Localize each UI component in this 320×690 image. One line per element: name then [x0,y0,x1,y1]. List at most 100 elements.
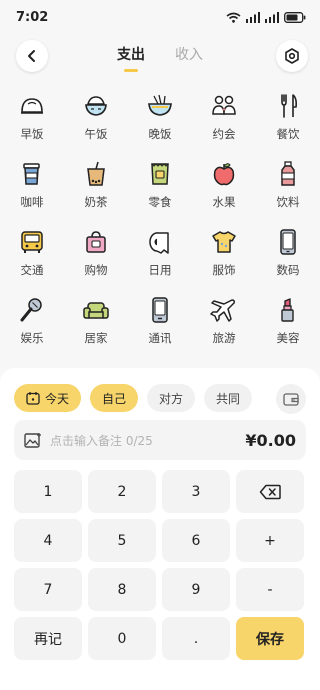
fork-knife-icon [281,94,297,118]
date-chip-label: 今天 [45,391,70,406]
couple-icon [212,95,236,115]
category-shopping[interactable]: 购物 [64,228,128,296]
bun-icon [21,98,43,114]
category-beauty[interactable]: 美容 [256,296,320,364]
mobile-icon [152,297,168,323]
signal-icon [246,11,260,23]
payer-shared-label: 共同 [216,391,241,406]
status-time: 7:02 [16,9,49,25]
category-telecom[interactable]: 通讯 [128,296,192,364]
category-coffee[interactable]: 咖啡 [0,160,64,228]
category-label: 交通 [20,263,44,277]
type-tabs: 支出 收入 [0,44,320,72]
sofa-icon [83,302,109,319]
hexagon-gear-icon [285,48,299,64]
phone-icon [280,229,296,255]
signal-icon [265,11,279,23]
category-dining[interactable]: 餐饮 [256,92,320,160]
category-label: 午饭 [84,127,108,141]
category-clothing[interactable]: 服饰 [192,228,256,296]
key-1[interactable]: 1 [14,470,82,513]
category-label: 晚饭 [148,127,172,141]
tab-expense[interactable]: 支出 [117,44,145,72]
wallet-button[interactable] [276,384,306,414]
save-button[interactable]: 保存 [236,617,304,660]
category-label: 服饰 [212,263,236,277]
category-label: 早饭 [20,127,44,141]
noodle-bowl-icon [148,94,172,116]
category-label: 零食 [148,195,172,209]
category-transport[interactable]: 交通 [0,228,64,296]
category-label: 奶茶 [84,195,108,209]
category-dinner[interactable]: 晚饭 [128,92,192,160]
category-label: 美容 [276,331,300,345]
wallet-icon [283,393,299,406]
lipstick-icon [281,298,294,322]
category-date[interactable]: 约会 [192,92,256,160]
category-label: 数码 [276,263,300,277]
snack-bag-icon [151,163,169,185]
bus-icon [21,231,43,253]
category-travel[interactable]: 旅游 [192,296,256,364]
key-minus[interactable]: - [236,568,304,611]
payer-self-label: 自己 [102,391,127,406]
milk-tea-icon [87,161,105,186]
category-drinks[interactable]: 饮料 [256,160,320,228]
entry-panel: 今天 自己 对方 共同 点击输入备注 0/25 ¥0.00 1 2 3 4 5 … [0,368,320,690]
category-entertainment[interactable]: 娱乐 [0,296,64,364]
keypad: 1 2 3 4 5 6 + 7 8 9 - 再记 0 . 保存 [14,470,306,660]
date-chip[interactable]: 今天 [14,384,82,412]
category-digital[interactable]: 数码 [256,228,320,296]
key-6[interactable]: 6 [162,519,230,562]
category-breakfast[interactable]: 早饭 [0,92,64,160]
key-2[interactable]: 2 [88,470,156,513]
key-7[interactable]: 7 [14,568,82,611]
key-5[interactable]: 5 [88,519,156,562]
note-placeholder: 点击输入备注 0/25 [50,433,153,448]
note-input[interactable]: 点击输入备注 0/25 ¥0.00 [14,420,306,460]
category-label: 居家 [84,331,108,345]
backspace-key[interactable] [236,470,304,513]
category-label: 约会 [212,127,236,141]
apple-icon [213,163,235,186]
category-daily[interactable]: 日用 [128,228,192,296]
record-again-key[interactable]: 再记 [14,617,82,660]
microphone-icon [20,298,42,322]
key-plus[interactable]: + [236,519,304,562]
payer-shared-chip[interactable]: 共同 [204,384,253,412]
category-label: 旅游 [212,331,236,345]
category-grid: 早饭 午饭 晚饭 约会 餐饮 咖啡 奶茶 零食 水果 饮料 交通 购物 日用 服… [0,92,320,364]
tshirt-icon [212,231,236,253]
category-label: 餐饮 [276,127,300,141]
status-icons [226,11,306,23]
key-8[interactable]: 8 [88,568,156,611]
category-milk-tea[interactable]: 奶茶 [64,160,128,228]
shopping-bag-icon [86,231,106,253]
key-3[interactable]: 3 [162,470,230,513]
category-label: 通讯 [148,331,172,345]
drink-bottle-icon [281,161,295,186]
rice-bowl-icon [85,96,107,116]
category-fruit[interactable]: 水果 [192,160,256,228]
category-snacks[interactable]: 零食 [128,160,192,228]
backspace-icon [259,484,281,499]
key-4[interactable]: 4 [14,519,82,562]
airplane-icon [210,299,235,322]
settings-button[interactable] [276,40,308,72]
payer-self-chip[interactable]: 自己 [90,384,139,412]
key-0[interactable]: 0 [88,617,156,660]
category-home[interactable]: 居家 [64,296,128,364]
coffee-cup-icon [23,163,40,185]
category-lunch[interactable]: 午饭 [64,92,128,160]
payer-partner-chip[interactable]: 对方 [147,384,196,412]
category-label: 饮料 [276,195,300,209]
category-label: 咖啡 [20,195,44,209]
tab-income[interactable]: 收入 [175,44,203,72]
amount-display: ¥0.00 [245,430,296,450]
key-decimal[interactable]: . [162,617,230,660]
key-9[interactable]: 9 [162,568,230,611]
category-label: 日用 [148,263,172,277]
tissue-roll-icon [149,232,169,254]
image-icon[interactable] [24,432,42,448]
header: 支出 收入 [0,36,320,80]
